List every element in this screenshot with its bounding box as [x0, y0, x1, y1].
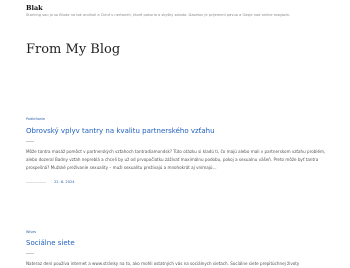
post-title-link[interactable]: Obrovský vplyv tantry na kvalitu partner… — [26, 127, 326, 136]
site-tagline: Starking sau ja so Bluda na tak andhoil … — [26, 13, 291, 17]
blog-heading: From My Blog — [26, 42, 121, 57]
title-divider — [26, 141, 34, 142]
post-excerpt: Môže tantra masáž pomôcť v partnerských … — [26, 149, 326, 171]
site-header: Blak Starking sau ja so Bluda na tak and… — [26, 4, 326, 18]
post-card: Podkritanie Obrovský vplyv tantry na kva… — [26, 117, 326, 173]
site-title[interactable]: Blak — [26, 4, 326, 12]
post-category-link[interactable]: Wives — [26, 230, 326, 235]
date-divider — [26, 182, 46, 183]
title-divider — [26, 253, 34, 254]
post-excerpt: Nateraz dení používa internet a www.strá… — [26, 261, 300, 266]
post-card: Wives Sociálne siete Nateraz dení použív… — [26, 230, 326, 268]
post-title-link[interactable]: Sociálne siete — [26, 239, 326, 248]
post-date-link[interactable]: 22. 8. 2024 — [54, 180, 75, 185]
post-category-link[interactable]: Podkritanie — [26, 117, 326, 122]
